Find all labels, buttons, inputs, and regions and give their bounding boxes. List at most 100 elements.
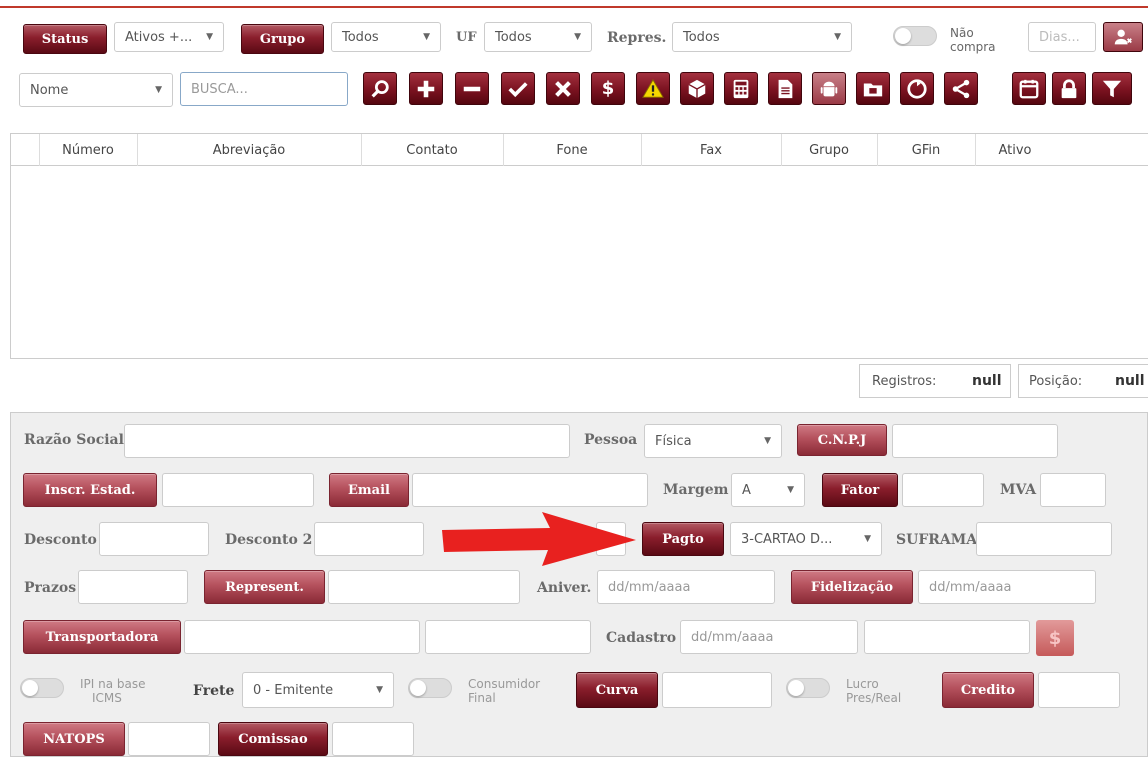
razao-social-input[interactable] — [124, 424, 570, 458]
remove-button[interactable] — [455, 72, 489, 105]
folder-button[interactable] — [856, 72, 890, 105]
repres-select[interactable]: Todos ▼ — [672, 22, 852, 52]
pessoa-select[interactable]: Física ▼ — [644, 424, 782, 458]
lock-button[interactable] — [1052, 72, 1086, 105]
recycle-icon — [907, 78, 927, 99]
uf-select[interactable]: Todos ▼ — [484, 22, 592, 52]
grupo-select[interactable]: Todos ▼ — [331, 22, 441, 52]
posicao-label: Posição: — [1029, 374, 1083, 389]
financial-button[interactable]: $ — [591, 72, 625, 105]
transportadora-code-input[interactable] — [184, 620, 420, 654]
cadastro-extra-input[interactable] — [864, 620, 1030, 654]
consumidor-final-label: Consumidor Final — [468, 677, 541, 705]
box-button[interactable] — [680, 72, 714, 105]
desconto-input[interactable] — [99, 522, 209, 556]
status-button[interactable]: Status — [23, 24, 107, 54]
chevron-down-icon: ▼ — [155, 85, 162, 95]
search-field-value: Nome — [30, 82, 69, 98]
add-button[interactable] — [409, 72, 443, 105]
chevron-down-icon: ▼ — [834, 32, 841, 42]
fidelizacao-date-input[interactable]: dd/mm/aaaa — [918, 570, 1096, 604]
margem-select[interactable]: A ▼ — [731, 473, 805, 507]
calendar-button[interactable] — [1012, 72, 1046, 105]
consumidor-final-toggle[interactable] — [408, 678, 452, 698]
inscr-estad-input[interactable] — [162, 473, 314, 507]
recycle-button[interactable] — [900, 72, 934, 105]
chevron-down-icon: ▼ — [206, 32, 213, 42]
col-gfin[interactable]: GFin — [877, 143, 975, 158]
document-button[interactable] — [768, 72, 802, 105]
col-contato[interactable]: Contato — [361, 143, 503, 158]
natops-input[interactable] — [128, 722, 210, 756]
calculator-button[interactable] — [724, 72, 758, 105]
pagto-button[interactable]: Pagto — [642, 522, 724, 556]
pagto-select-value: 3-CARTAO D... — [741, 531, 833, 547]
cadastro-date-input[interactable]: dd/mm/aaaa — [680, 620, 858, 654]
cancel-button[interactable] — [546, 72, 580, 105]
android-button[interactable] — [812, 72, 846, 105]
col-grupo[interactable]: Grupo — [781, 143, 877, 158]
lucro-pres-real-toggle[interactable] — [786, 678, 830, 698]
mva-input[interactable] — [1040, 473, 1106, 507]
represent-input[interactable] — [328, 570, 520, 604]
records-grid[interactable]: Número Abreviação Contato Fone Fax Grupo… — [10, 133, 1148, 359]
status-select[interactable]: Ativos +... ▼ — [114, 22, 224, 52]
user-remove-icon — [1114, 29, 1132, 45]
col-fone[interactable]: Fone — [503, 143, 641, 158]
confirm-button[interactable] — [501, 72, 535, 105]
col-fax[interactable]: Fax — [641, 143, 781, 158]
share-button[interactable] — [944, 72, 978, 105]
represent-button[interactable]: Represent. — [204, 570, 325, 604]
col-ativo[interactable]: Ativo — [975, 143, 1055, 158]
frete-select[interactable]: 0 - Emitente ▼ — [242, 672, 394, 708]
comissao-input[interactable] — [332, 722, 414, 756]
remove-user-button[interactable] — [1103, 22, 1143, 52]
chevron-down-icon: ▼ — [787, 485, 794, 495]
credito-button[interactable]: Credito — [942, 672, 1034, 708]
grupo-button[interactable]: Grupo — [241, 24, 324, 54]
financial-status-button[interactable]: $ — [1036, 620, 1074, 656]
filter-button[interactable] — [1092, 72, 1132, 105]
fidelizacao-button[interactable]: Fidelização — [791, 570, 913, 604]
col-abreviacao[interactable]: Abreviação — [137, 143, 361, 158]
search-input[interactable]: BUSCA... — [180, 72, 348, 106]
razao-social-label: Razão Social — [24, 432, 124, 448]
inscr-estad-button[interactable]: Inscr. Estad. — [23, 473, 157, 507]
posicao-value: null — [1115, 373, 1145, 389]
comissao-button[interactable]: Comissao — [218, 722, 328, 756]
col-numero[interactable]: Número — [39, 143, 137, 158]
repres-label: Repres. — [607, 30, 667, 46]
curva-button[interactable]: Curva — [576, 672, 658, 708]
check-icon — [508, 81, 528, 97]
fator-input[interactable] — [902, 473, 984, 507]
aniver-date-input[interactable]: dd/mm/aaaa — [597, 570, 775, 604]
warning-button[interactable] — [636, 72, 670, 105]
desconto2-input[interactable] — [314, 522, 424, 556]
prazos-input[interactable] — [78, 570, 188, 604]
cnpj-input[interactable] — [892, 424, 1058, 458]
dias-input[interactable]: Dias... — [1028, 22, 1096, 52]
warning-icon — [642, 78, 664, 98]
search-button[interactable] — [363, 72, 397, 105]
nao-compra-toggle[interactable] — [893, 26, 937, 46]
pagto-select[interactable]: 3-CARTAO D... ▼ — [730, 522, 882, 556]
pessoa-label: Pessoa — [584, 432, 638, 448]
transportadora-name-input[interactable] — [425, 620, 591, 654]
curva-input[interactable] — [662, 672, 772, 708]
fator-button[interactable]: Fator — [822, 473, 898, 507]
prazos-label: Prazos — [24, 580, 77, 596]
posicao-box: Posição: null — [1018, 364, 1148, 398]
folder-icon — [863, 83, 883, 96]
aniver-label: Aniver. — [537, 580, 592, 596]
credito-input[interactable] — [1038, 672, 1120, 708]
uf-label: UF — [456, 30, 477, 45]
suframa-input[interactable] — [976, 522, 1112, 556]
ipi-base-icms-toggle[interactable] — [20, 678, 64, 698]
cnpj-button[interactable]: C.N.P.J — [797, 424, 887, 456]
margem-label: Margem — [663, 482, 729, 498]
search-field-select[interactable]: Nome ▼ — [19, 73, 173, 107]
natops-button[interactable]: NATOPS — [23, 722, 125, 756]
email-input[interactable] — [412, 473, 648, 507]
transportadora-button[interactable]: Transportadora — [23, 620, 181, 654]
email-button[interactable]: Email — [329, 473, 409, 507]
